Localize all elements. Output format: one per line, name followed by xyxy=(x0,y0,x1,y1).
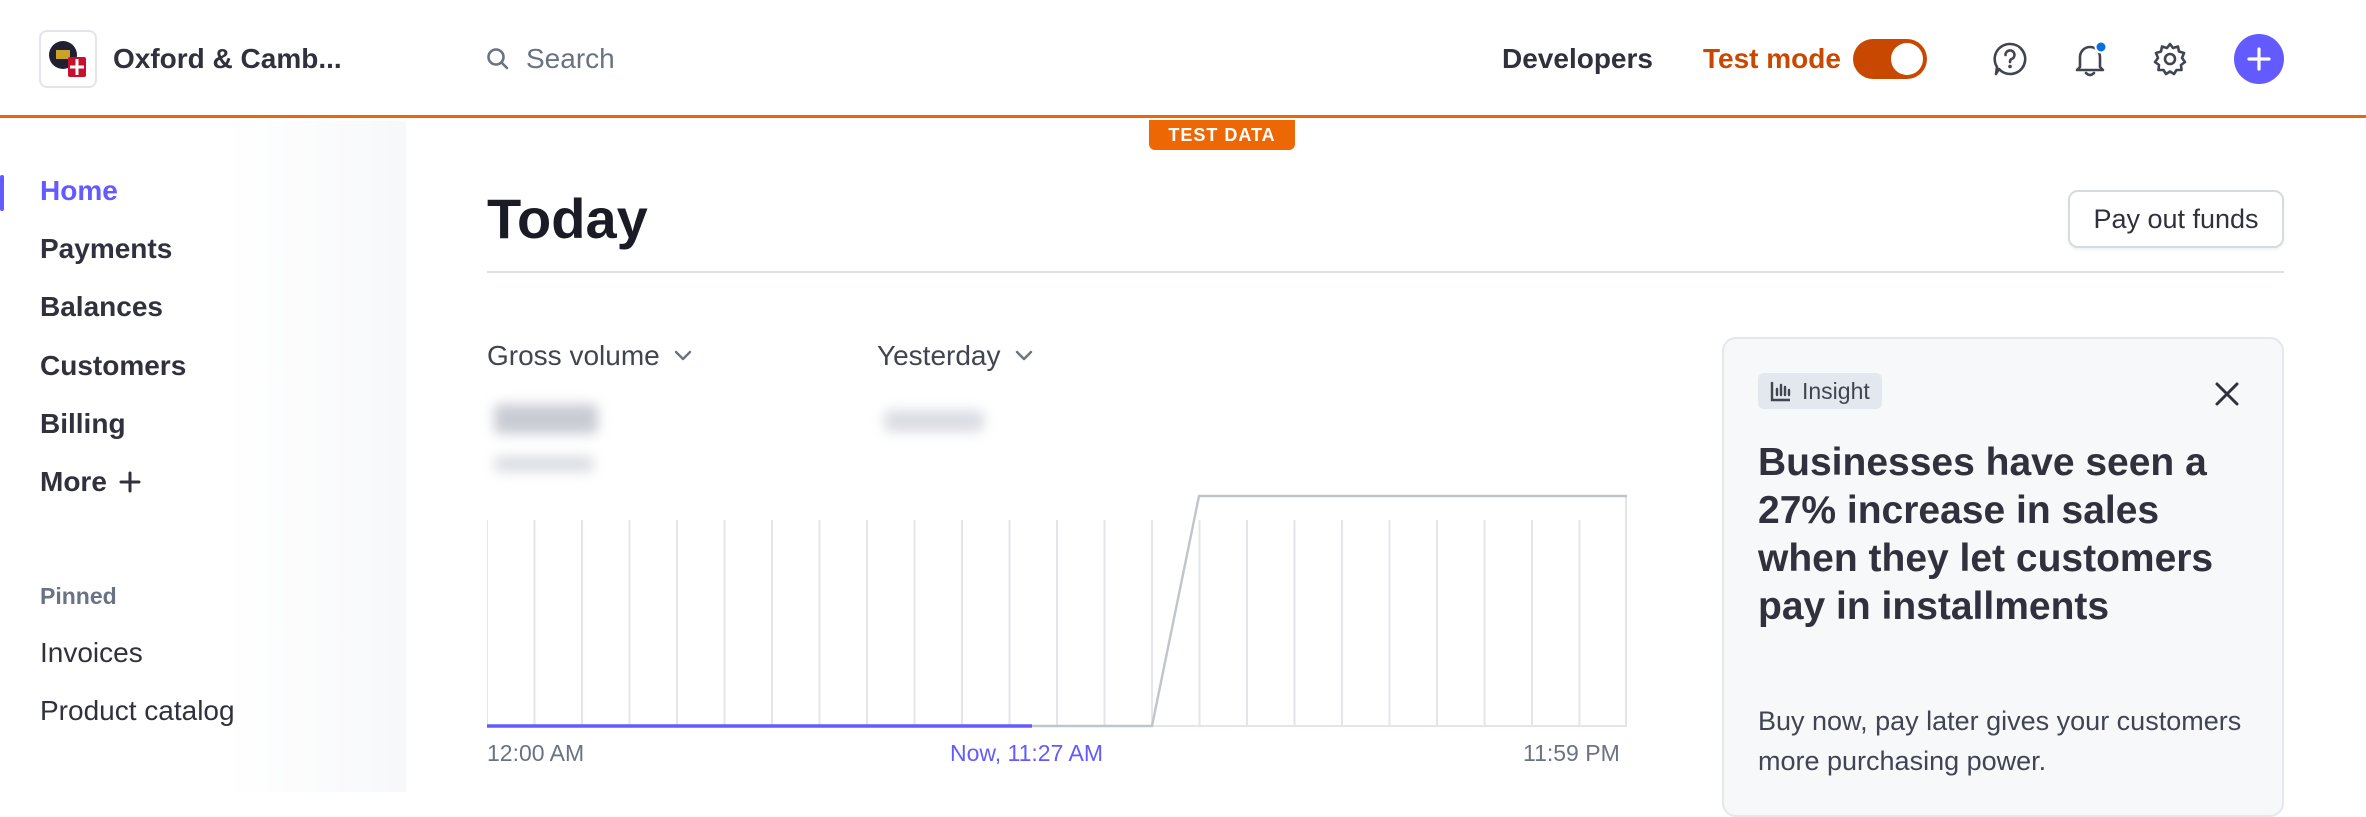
chevron-down-icon xyxy=(1015,350,1032,361)
test-mode-toggle[interactable] xyxy=(1853,39,1927,79)
pinned-item-product-catalog[interactable]: Product catalog xyxy=(40,695,235,727)
x-axis-end-label: 11:59 PM xyxy=(1523,740,1620,766)
active-nav-indicator xyxy=(0,175,4,211)
insight-card: Insight Businesses have seen a 27% incre… xyxy=(1722,337,2284,817)
help-icon xyxy=(1993,42,2027,76)
sidebar-item-customers[interactable]: Customers xyxy=(40,350,186,382)
insight-heading: Businesses have seen a 27% increase in s… xyxy=(1758,441,2214,628)
notifications-button[interactable] xyxy=(2070,39,2110,79)
developers-link[interactable]: Developers xyxy=(1502,32,1653,86)
toggle-knob xyxy=(1891,43,1923,75)
insight-badge-label: Insight xyxy=(1802,377,1870,404)
metric-selector[interactable]: Gross volume xyxy=(487,340,692,372)
sidebar xyxy=(0,121,406,792)
sidebar-item-payments[interactable]: Payments xyxy=(40,233,172,265)
chevron-down-icon xyxy=(674,350,691,361)
comparison-selector-label: Yesterday xyxy=(877,340,1001,371)
top-bar: Oxford & Camb... Search Developers Test … xyxy=(0,0,2366,118)
account-logo xyxy=(39,30,97,88)
plus-icon xyxy=(2247,47,2271,71)
account-name: Oxford & Camb... xyxy=(113,43,342,74)
pinned-item-invoices[interactable]: Invoices xyxy=(40,637,143,669)
sidebar-item-more-label: More xyxy=(40,466,107,497)
bar-chart-icon xyxy=(1770,382,1791,402)
redacted-timestamp xyxy=(494,456,594,472)
redacted-yesterday-value xyxy=(884,410,984,432)
x-axis-start-label: 12:00 AM xyxy=(487,740,585,766)
sidebar-item-balances[interactable]: Balances xyxy=(40,291,163,323)
close-icon[interactable] xyxy=(2212,379,2242,409)
sidebar-item-home[interactable]: Home xyxy=(40,175,118,207)
pinned-section-label: Pinned xyxy=(40,583,117,609)
pay-out-funds-button[interactable]: Pay out funds xyxy=(2068,190,2284,248)
sidebar-item-more[interactable]: More xyxy=(40,466,141,498)
plus-icon xyxy=(119,471,141,493)
search-icon xyxy=(487,48,509,70)
account-switcher[interactable]: Oxford & Camb... xyxy=(39,30,342,88)
chart-gridlines xyxy=(487,496,1627,727)
gear-icon xyxy=(2153,42,2187,76)
x-axis-now-label: Now, 11:27 AM xyxy=(950,740,1103,766)
test-data-banner: TEST DATA xyxy=(1149,120,1295,150)
search-bar[interactable]: Search xyxy=(484,38,615,80)
gross-volume-chart xyxy=(487,494,1627,728)
bell-icon xyxy=(2075,40,2108,77)
page-title: Today xyxy=(487,187,648,250)
title-divider xyxy=(487,271,2284,273)
help-button[interactable] xyxy=(1990,39,2030,79)
metric-selector-label: Gross volume xyxy=(487,340,660,371)
comparison-selector[interactable]: Yesterday xyxy=(877,340,1033,372)
settings-button[interactable] xyxy=(2150,39,2190,79)
search-input[interactable]: Search xyxy=(526,43,615,75)
create-new-button[interactable] xyxy=(2234,34,2284,84)
redacted-gross-volume xyxy=(494,404,598,434)
insight-badge: Insight xyxy=(1758,373,1882,409)
sidebar-item-billing[interactable]: Billing xyxy=(40,408,126,440)
test-mode-label: Test mode xyxy=(1703,43,1841,74)
insight-body: Buy now, pay later gives your customers … xyxy=(1758,706,2242,776)
